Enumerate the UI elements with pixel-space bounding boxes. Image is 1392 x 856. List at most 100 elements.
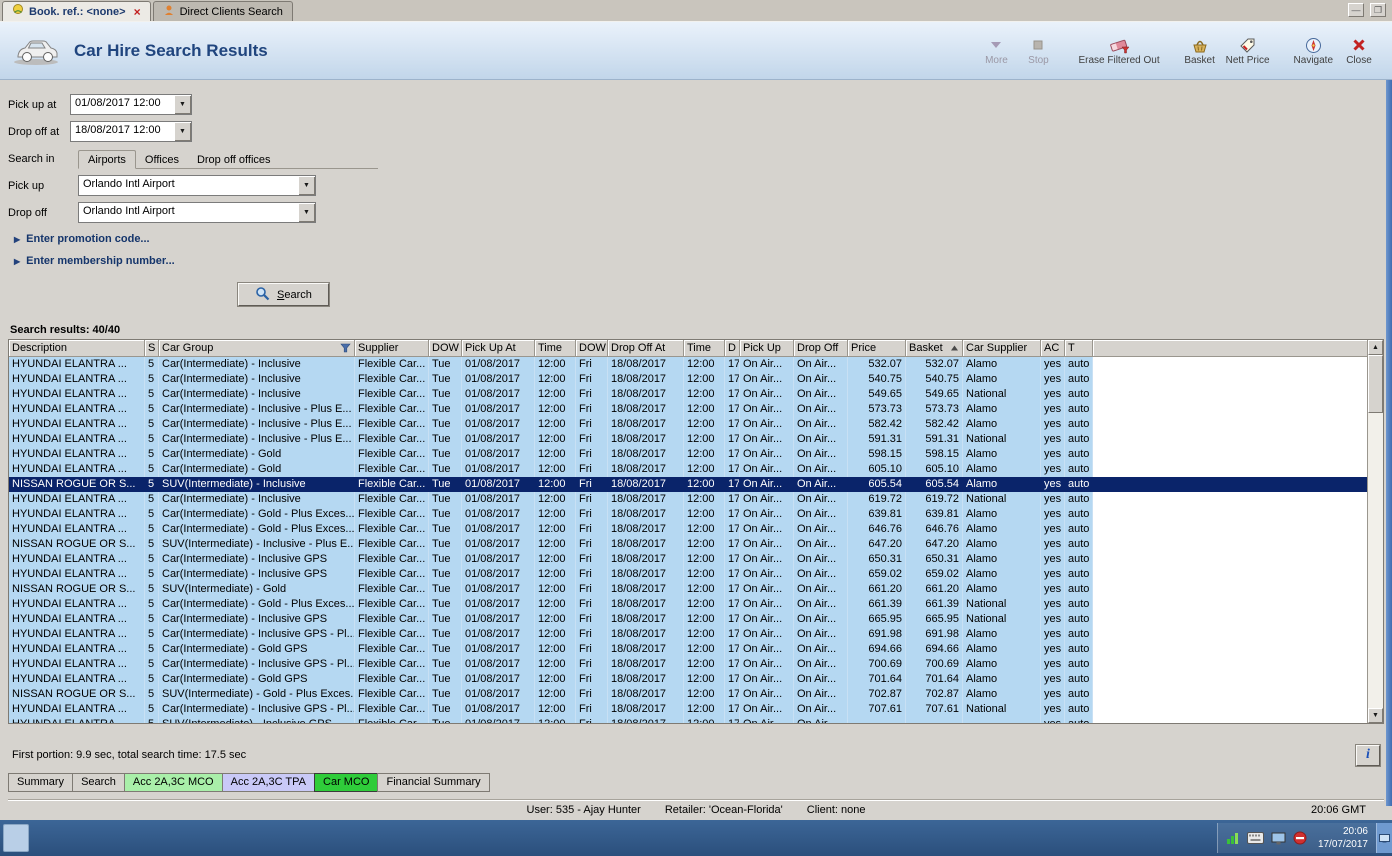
table-row[interactable]: HYUNDAI ELANTRA ... 5 Car(Intermediate) - … — [9, 357, 1367, 372]
scrollbar-thumb[interactable] — [1368, 355, 1383, 413]
scroll-down-icon[interactable]: ▼ — [1368, 708, 1383, 723]
table-cell: 18/08/2017 — [608, 537, 684, 552]
column-header-drop-off-at[interactable]: Drop Off At — [608, 340, 684, 357]
column-header-t[interactable]: T — [1065, 340, 1093, 357]
dropoff-location-combo[interactable]: Orlando Intl Airport ▼ — [78, 202, 316, 223]
column-header-dow[interactable]: DOW — [576, 340, 608, 357]
taskbar-clock[interactable]: 20:06 17/07/2017 — [1314, 825, 1368, 852]
table-row[interactable]: NISSAN ROGUE OR S... 5 SUV(Intermediate) -… — [9, 687, 1367, 702]
pickup-datetime-combo[interactable]: 01/08/2017 12:00 ▼ — [70, 94, 192, 115]
dropoff-datetime-combo[interactable]: 18/08/2017 12:00 ▼ — [70, 121, 192, 142]
vertical-scrollbar[interactable]: ▲ ▼ — [1367, 340, 1383, 723]
column-header-pick-up[interactable]: Pick Up — [740, 340, 794, 357]
taskbar-left-button[interactable] — [3, 824, 29, 852]
navigate-button[interactable]: Navigate — [1289, 27, 1338, 75]
table-row[interactable]: HYUNDAI ELANTRA ...5SUV(Intermediate) - … — [9, 717, 1367, 723]
column-header-car-group[interactable]: Car Group — [159, 340, 355, 357]
table-cell: 01/08/2017 — [462, 597, 535, 612]
table-cell-filler — [1093, 702, 1367, 717]
column-header-label: DOW — [579, 342, 606, 354]
table-cell: yes — [1041, 477, 1065, 492]
minimize-button[interactable]: — — [1348, 3, 1364, 17]
nett-price-button[interactable]: Nett Price — [1221, 27, 1275, 75]
network-activity-icon[interactable] — [1226, 832, 1240, 845]
maximize-button[interactable]: ❐ — [1370, 3, 1386, 17]
membership-number-expander[interactable]: ▶ Enter membership number... — [14, 255, 1384, 267]
chevron-down-icon[interactable]: ▼ — [298, 203, 315, 222]
table-row[interactable]: NISSAN ROGUE OR S... 5 SUV(Intermediate) -… — [9, 477, 1367, 492]
bottom-tab-acc-2a-3c-mco[interactable]: Acc 2A,3C MCO — [123, 773, 223, 792]
table-row[interactable]: NISSAN ROGUE OR S... 5 SUV(Intermediate) -… — [9, 537, 1367, 552]
column-header-supplier[interactable]: Supplier — [355, 340, 429, 357]
tab-direct-clients-search[interactable]: Direct Clients Search — [152, 1, 293, 21]
column-header-price[interactable]: Price — [848, 340, 906, 357]
column-header-label: Supplier — [358, 342, 399, 354]
table-row[interactable]: HYUNDAI ELANTRA ... 5 Car(Intermediate) - … — [9, 447, 1367, 462]
table-cell: 5 — [145, 702, 159, 717]
promotion-code-expander[interactable]: ▶ Enter promotion code... — [14, 233, 1384, 245]
table-cell: yes — [1041, 537, 1065, 552]
chevron-down-icon[interactable]: ▼ — [174, 122, 191, 141]
table-row[interactable]: HYUNDAI ELANTRA ... 5 Car(Intermediate) - … — [9, 702, 1367, 717]
column-header-time[interactable]: Time — [684, 340, 725, 357]
column-header-drop-off[interactable]: Drop Off — [794, 340, 848, 357]
table-row[interactable]: HYUNDAI ELANTRA ... 5 Car(Intermediate) - … — [9, 522, 1367, 537]
blocked-device-icon[interactable] — [1293, 831, 1307, 845]
chevron-down-icon[interactable]: ▼ — [298, 176, 315, 195]
table-row[interactable]: HYUNDAI ELANTRA ... 5 Car(Intermediate) - … — [9, 462, 1367, 477]
table-row[interactable]: NISSAN ROGUE OR S... 5 SUV(Intermediate) -… — [9, 582, 1367, 597]
column-header-s[interactable]: S — [145, 340, 159, 357]
column-header-dow[interactable]: DOW — [429, 340, 462, 357]
display-icon[interactable] — [1271, 832, 1286, 845]
info-button[interactable]: i — [1356, 744, 1380, 766]
table-row[interactable]: HYUNDAI ELANTRA ... 5 Car(Intermediate) - … — [9, 507, 1367, 522]
tab-drop-off-offices[interactable]: Drop off offices — [188, 151, 280, 168]
table-row[interactable]: HYUNDAI ELANTRA ... 5 Car(Intermediate) - … — [9, 432, 1367, 447]
chevron-down-icon[interactable]: ▼ — [174, 95, 191, 114]
table-cell: 12:00 — [684, 522, 725, 537]
table-row[interactable]: HYUNDAI ELANTRA ... 5 Car(Intermediate) - … — [9, 612, 1367, 627]
bottom-tab-acc-2a-3c-tpa[interactable]: Acc 2A,3C TPA — [221, 773, 316, 792]
table-row[interactable]: HYUNDAI ELANTRA ... 5 Car(Intermediate) - … — [9, 597, 1367, 612]
tab-offices[interactable]: Offices — [136, 151, 188, 168]
table-row[interactable]: HYUNDAI ELANTRA ... 5 Car(Intermediate) - … — [9, 402, 1367, 417]
table-row[interactable]: HYUNDAI ELANTRA ... 5 Car(Intermediate) - … — [9, 642, 1367, 657]
table-row[interactable]: HYUNDAI ELANTRA ... 5 Car(Intermediate) - … — [9, 657, 1367, 672]
column-header-basket[interactable]: Basket — [906, 340, 963, 357]
tab-close-icon[interactable]: × — [134, 6, 141, 18]
search-button[interactable]: Search — [238, 283, 329, 306]
table-row[interactable]: HYUNDAI ELANTRA ... 5 Car(Intermediate) - … — [9, 552, 1367, 567]
basket-button[interactable]: Basket — [1179, 27, 1221, 75]
column-header-car-supplier[interactable]: Car Supplier — [963, 340, 1041, 357]
close-button[interactable]: Close — [1338, 27, 1380, 75]
table-cell: On Air... — [740, 522, 794, 537]
tab-booking-ref[interactable]: Book. ref.: <none> × — [2, 1, 151, 21]
table-row[interactable]: HYUNDAI ELANTRA ... 5 Car(Intermediate) - … — [9, 567, 1367, 582]
column-header-ac[interactable]: AC — [1041, 340, 1065, 357]
more-button[interactable]: More — [975, 27, 1017, 75]
pickup-location-combo[interactable]: Orlando Intl Airport ▼ — [78, 175, 316, 196]
table-cell: Flexible Car... — [355, 372, 429, 387]
table-row[interactable]: HYUNDAI ELANTRA ... 5 Car(Intermediate) - … — [9, 372, 1367, 387]
show-desktop-button[interactable] — [1376, 823, 1392, 853]
scroll-up-icon[interactable]: ▲ — [1368, 340, 1383, 355]
tab-airports[interactable]: Airports — [78, 150, 136, 169]
stop-button[interactable]: Stop — [1017, 27, 1059, 75]
column-header-pick-up-at[interactable]: Pick Up At — [462, 340, 535, 357]
bottom-tab-search[interactable]: Search — [72, 773, 125, 792]
bottom-tab-car-mco[interactable]: Car MCO — [314, 773, 379, 792]
table-cell: auto — [1065, 522, 1093, 537]
table-row[interactable]: HYUNDAI ELANTRA ... 5 Car(Intermediate) - … — [9, 492, 1367, 507]
table-row[interactable]: HYUNDAI ELANTRA ... 5 Car(Intermediate) - … — [9, 627, 1367, 642]
bottom-tab-financial-summary[interactable]: Financial Summary — [377, 773, 490, 792]
column-header-description[interactable]: Description — [9, 340, 145, 357]
bottom-tab-summary[interactable]: Summary — [8, 773, 74, 792]
table-row[interactable]: HYUNDAI ELANTRA ... 5 Car(Intermediate) - … — [9, 672, 1367, 687]
column-header-time[interactable]: Time — [535, 340, 576, 357]
table-row[interactable]: HYUNDAI ELANTRA ... 5 Car(Intermediate) - … — [9, 417, 1367, 432]
erase-filtered-out-button[interactable]: Erase Filtered Out — [1073, 27, 1164, 75]
table-row[interactable]: HYUNDAI ELANTRA ... 5 Car(Intermediate) - … — [9, 387, 1367, 402]
table-cell: 619.72 — [848, 492, 906, 507]
column-header-d[interactable]: D — [725, 340, 740, 357]
keyboard-layout-icon[interactable] — [1246, 832, 1264, 844]
